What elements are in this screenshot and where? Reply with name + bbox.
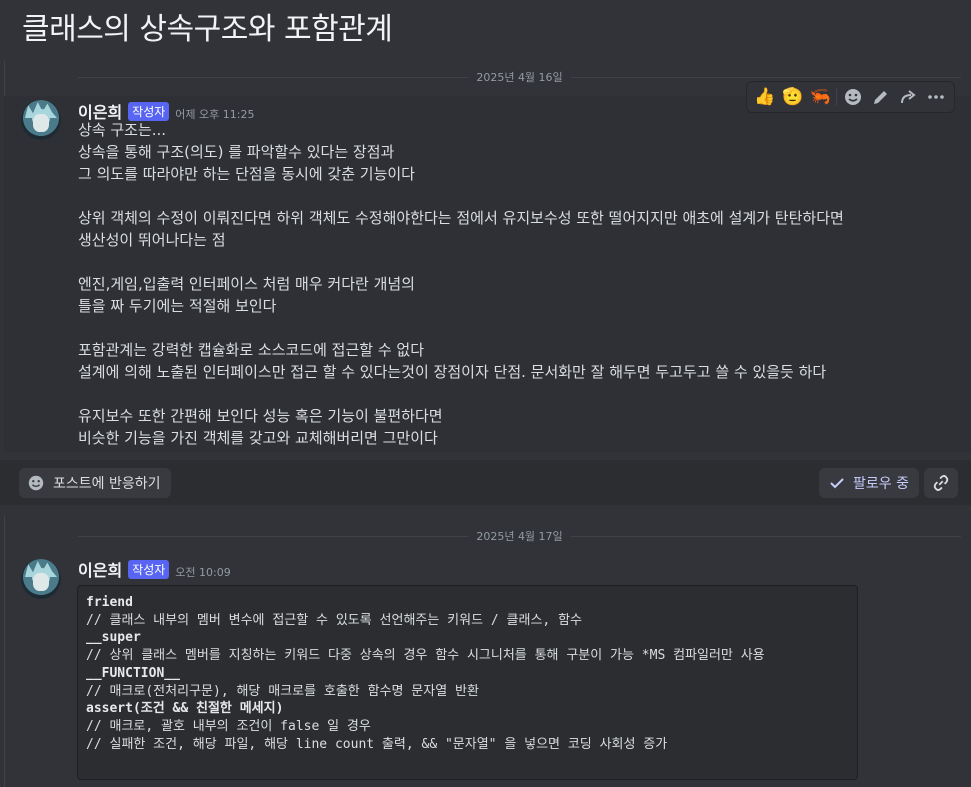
message-content: 상속 구조는... 상속을 통해 구조(의도) 를 파악할수 있다는 장점과그 의… (78, 119, 958, 449)
add-reaction-button[interactable] (841, 85, 865, 109)
code-line: // 실패한 조건, 해당 파일, 해당 line count 출력, && "… (86, 736, 668, 752)
page-title: 클래스의 상속구조와 포함관계 (22, 12, 393, 47)
following-button[interactable]: 팔로우 중 (819, 468, 919, 498)
message-line: 그 의도를 따라야만 하는 단점을 동시에 갖춘 기능이다 (78, 165, 415, 183)
message-line: 비슷한 기능을 가진 객체를 갖고와 교체해버리면 그만이다 (78, 429, 438, 447)
message-line: 생산성이 뛰어나다는 점 (78, 231, 226, 249)
message-header: 이은희 작성자 오전 10:09 (78, 557, 231, 581)
message-line (78, 251, 958, 273)
code-line: // 매크로, 괄호 내부의 조건이 false 일 경우 (86, 718, 371, 734)
message-line: 상속 구조는... (78, 121, 167, 139)
date-label: 2025년 4월 17일 (468, 528, 571, 544)
code-line: __FUNCTION__ (86, 665, 180, 681)
more-icon (928, 95, 944, 99)
message-line (78, 317, 958, 339)
salute-face-icon: 🫡 (782, 87, 804, 107)
message-line: 상위 객체의 수정이 이뤄진다면 하위 객체도 수정해야한다는 점에서 유지보수… (78, 209, 844, 227)
forward-icon (901, 90, 916, 104)
date-label: 2025년 4월 16일 (468, 69, 571, 85)
thread-edge (4, 515, 5, 787)
react-to-post-button[interactable]: 포스트에 반응하기 (19, 468, 171, 498)
code-line: friend (86, 595, 133, 610)
message-hover-toolbar: 👍 🫡 🦐 (746, 81, 955, 113)
code-line: // 매크로(전처리구문), 해당 매크로를 호출한 함수명 문자열 반환 (86, 683, 479, 699)
avatar[interactable] (21, 559, 61, 599)
code-block: friend // 클래스 내부의 멤버 변수에 접근할 수 있도록 선언해주는 … (77, 585, 858, 780)
checkmark-icon (830, 478, 844, 489)
edit-button[interactable] (869, 85, 893, 109)
edit-icon (873, 91, 887, 104)
message-line: 상속을 통해 구조(의도) 를 파악할수 있다는 장점과 (78, 143, 395, 161)
code-line: // 클래스 내부의 멤버 변수에 접근할 수 있도록 선언해주는 키워드 / … (86, 612, 582, 628)
shrimp-icon: 🦐 (809, 87, 831, 107)
thumbs-up-icon: 👍 (754, 87, 776, 107)
add-reaction-icon (844, 89, 861, 105)
author-name[interactable]: 이은희 (78, 557, 122, 581)
reaction-shrimp-button[interactable]: 🦐 (808, 85, 832, 109)
code-line: // 상위 클래스 멤버를 지칭하는 키워드 다중 상속의 경우 함수 시그니처… (86, 648, 765, 664)
smile-icon (28, 475, 44, 491)
message-line: 포함관계는 강력한 캡슐화로 소스코드에 접근할 수 없다 (78, 341, 425, 359)
message-line: 엔진,게임,입출력 인터페이스 처럼 매우 커다란 개념의 (78, 275, 415, 293)
link-icon (933, 475, 949, 491)
message-line: 설계에 의해 노출된 인터페이스만 접근 할 수 있다는것이 장점이자 단점. … (78, 363, 827, 381)
reaction-thumbs-up-button[interactable]: 👍 (753, 85, 777, 109)
reaction-salute-button[interactable]: 🫡 (781, 85, 805, 109)
react-label: 포스트에 반응하기 (53, 476, 161, 492)
copy-link-button[interactable] (924, 468, 958, 498)
author-tag: 작성자 (128, 560, 170, 579)
code-line: __super (86, 630, 141, 646)
date-divider: 2025년 4월 16일 (78, 69, 961, 85)
code-line: assert(조건 && 친절한 메세지) (86, 701, 284, 717)
forward-button[interactable] (896, 85, 920, 109)
more-button[interactable] (924, 85, 948, 109)
message-line: 유지보수 또한 간편해 보인다 성능 혹은 기능이 불편하다면 (78, 407, 443, 425)
timestamp[interactable]: 오전 10:09 (175, 564, 230, 580)
toolbar-separator (836, 88, 838, 106)
message-line: 틀을 짜 두기에는 적절해 보인다 (78, 297, 277, 315)
message-line (78, 185, 958, 207)
date-divider: 2025년 4월 17일 (78, 528, 961, 544)
following-label: 팔로우 중 (853, 476, 909, 492)
avatar[interactable] (21, 100, 61, 140)
message-line (78, 383, 958, 405)
